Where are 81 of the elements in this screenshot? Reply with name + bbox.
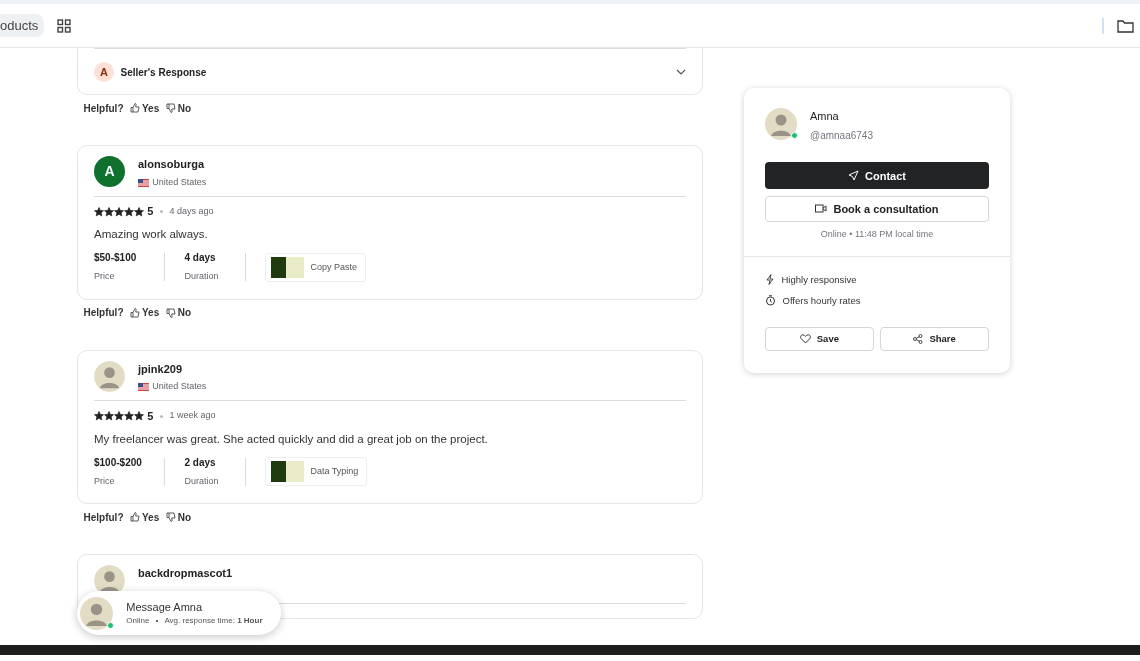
popup-status: Online	[126, 615, 150, 628]
reviewer-country: United States	[152, 175, 207, 189]
service-thumbnail	[271, 256, 304, 278]
service-link[interactable]: Data Typing	[265, 457, 368, 487]
share-icon	[913, 334, 924, 345]
helpful-label: Helpful?	[83, 101, 124, 116]
thumbs-up-icon	[130, 512, 140, 522]
helpful-label: Helpful?	[83, 306, 124, 320]
flag-icon	[138, 178, 149, 187]
review-text: My freelancer was great. She acted quickly and did a great job on the project.	[94, 431, 489, 447]
yes-button[interactable]: Yes	[130, 100, 160, 116]
duration-value: 4 days	[184, 251, 217, 265]
online-local-time: Online • 11:48 PM local time	[819, 228, 935, 242]
lightning-icon	[765, 274, 775, 286]
thumbs-down-icon	[165, 307, 176, 318]
feature-label: Highly responsive	[781, 272, 857, 287]
avatar-silhouette-icon	[765, 108, 797, 140]
thumbs-up-icon	[130, 307, 140, 318]
price-value: $50-$100	[94, 251, 138, 265]
thumbs-down-icon	[165, 512, 176, 522]
popup-response-time: Avg. response time: 1 Hour	[164, 615, 263, 628]
no-button[interactable]: No	[165, 305, 192, 320]
send-icon	[848, 170, 859, 182]
duration-value: 2 days	[184, 455, 217, 470]
expand-chevron-icon[interactable]	[676, 67, 686, 77]
user-initial-avatar: A	[94, 156, 125, 187]
star-icon	[94, 206, 104, 217]
seller-name: Amna	[810, 109, 840, 124]
star-icon	[114, 411, 124, 421]
contact-button[interactable]: Contact	[765, 162, 989, 190]
reviewer-name: jpink209	[138, 361, 184, 377]
star-icon	[104, 411, 114, 421]
duration-label: Duration	[184, 271, 219, 281]
review-time: 1 week ago	[169, 409, 216, 423]
popup-title: Message Amna	[126, 599, 204, 615]
book-consultation-button[interactable]: Book a consultation	[765, 195, 989, 222]
star-icon	[94, 411, 104, 421]
star-icon	[134, 411, 144, 421]
folder-icon[interactable]	[1116, 18, 1134, 33]
service-thumbnail	[271, 461, 304, 483]
products-chip[interactable]: oducts	[0, 13, 45, 38]
service-link[interactable]: Copy Paste	[265, 252, 367, 282]
flag-icon	[138, 383, 149, 391]
avatar-silhouette-icon	[94, 360, 125, 392]
review-text: Amazing work always.	[94, 227, 209, 243]
star-icon	[124, 206, 134, 217]
reviewer-name: backdropmascot1	[138, 566, 233, 581]
seller-initial-avatar: A	[94, 62, 114, 82]
yes-button[interactable]: Yes	[130, 305, 160, 320]
reviewer-country: United States	[152, 380, 207, 394]
star-icon	[104, 206, 114, 217]
separator-dot	[159, 414, 163, 418]
star-icon	[124, 411, 134, 421]
price-label: Price	[94, 271, 115, 281]
message-popup[interactable]: Message Amna Online Avg. response time: 1 Hour	[77, 591, 281, 635]
stopwatch-icon	[765, 295, 776, 307]
price-value: $100-$200	[94, 455, 143, 470]
price-label: Price	[94, 475, 115, 486]
no-button[interactable]: No	[165, 509, 192, 525]
save-button[interactable]: Save	[765, 327, 874, 352]
sellers-response-label: Seller's Response	[120, 65, 207, 80]
no-button[interactable]: No	[165, 100, 192, 116]
separator-dot	[159, 210, 163, 213]
yes-button[interactable]: Yes	[130, 509, 160, 525]
thumbs-up-icon	[130, 103, 140, 113]
reviewer-name: alonsoburga	[138, 157, 206, 172]
avatar-silhouette-icon	[80, 596, 114, 630]
share-button[interactable]: Share	[880, 327, 989, 352]
duration-label: Duration	[184, 475, 219, 486]
seller-handle: @amnaa6743	[810, 128, 873, 143]
heart-icon	[799, 334, 811, 345]
rating-value: 5	[147, 204, 154, 220]
grid-icon[interactable]	[57, 18, 72, 33]
helpful-label: Helpful?	[83, 510, 124, 525]
thumbs-down-icon	[165, 103, 176, 113]
star-icon	[134, 206, 144, 217]
review-time: 4 days ago	[169, 204, 214, 218]
star-icon	[114, 206, 124, 217]
video-camera-icon	[815, 204, 828, 214]
rating-value: 5	[147, 408, 154, 424]
feature-label: Offers hourly rates	[782, 293, 861, 308]
